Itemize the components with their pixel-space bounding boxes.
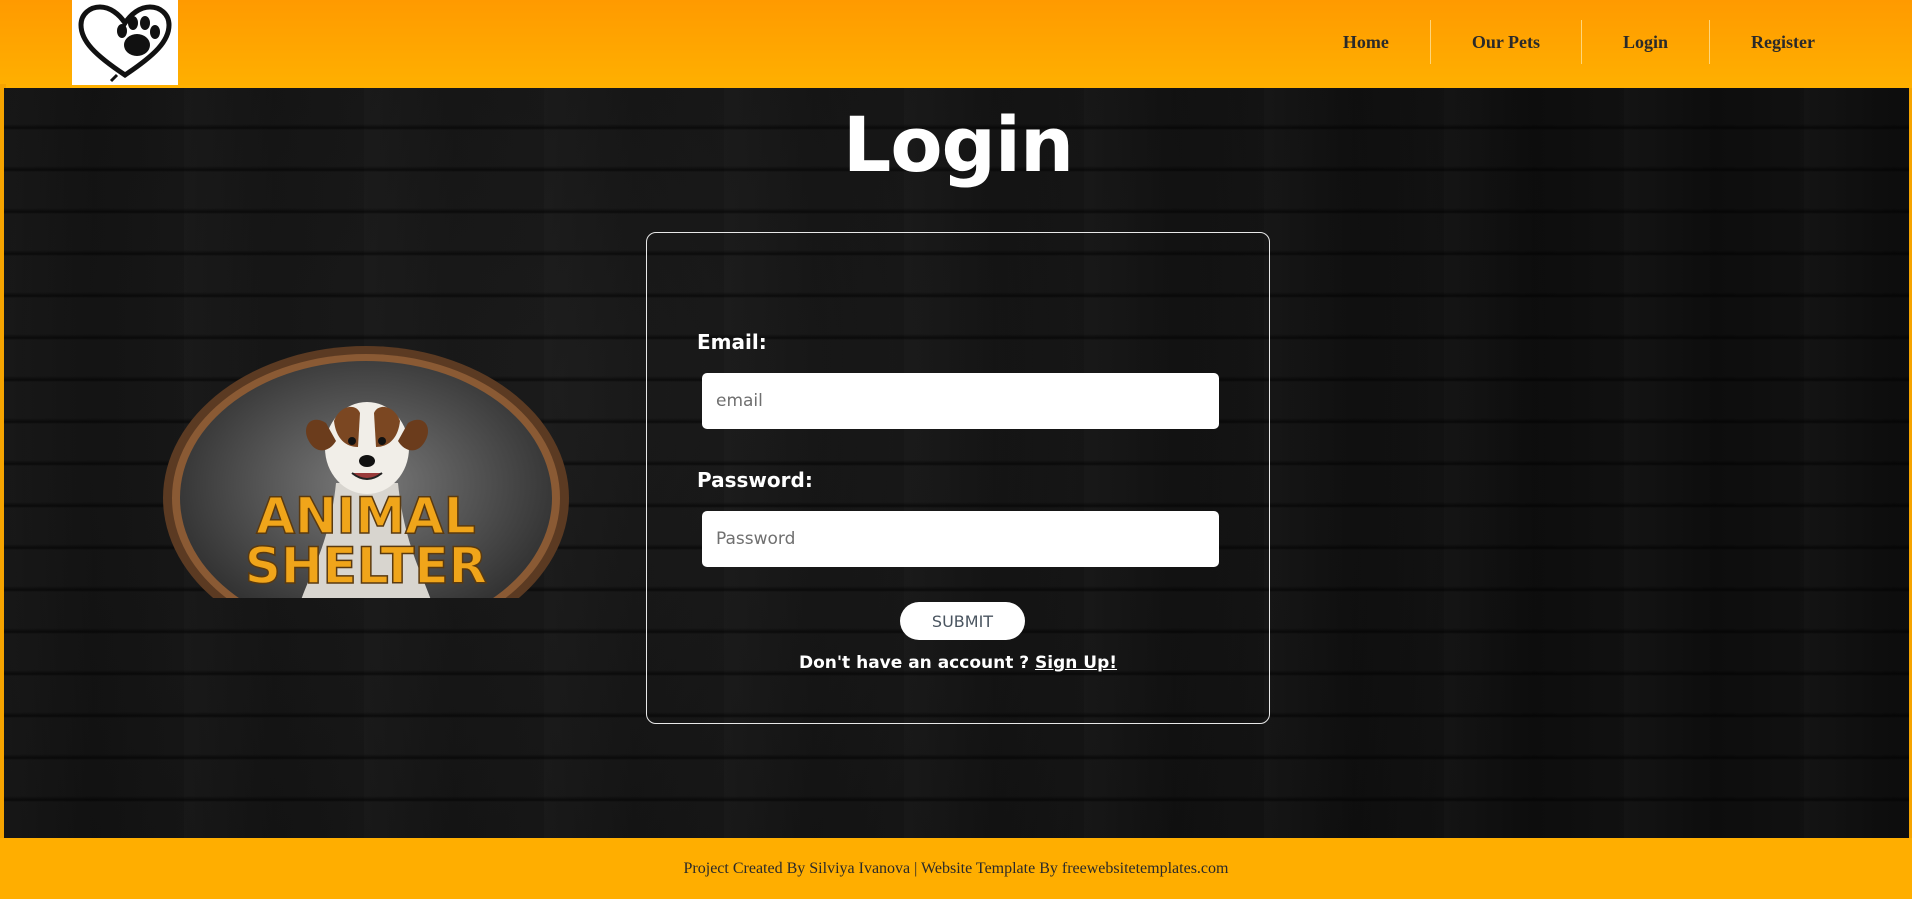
nav-home[interactable]: Home — [1302, 20, 1430, 64]
nav-login[interactable]: Login — [1581, 20, 1709, 64]
animal-shelter-badge: ANIMAL SHELTER — [160, 343, 572, 598]
signup-prompt-line: Don't have an account ? Sign Up! — [647, 653, 1269, 673]
password-label: Password: — [697, 468, 813, 492]
site-logo[interactable] — [72, 0, 178, 85]
nav-our-pets[interactable]: Our Pets — [1429, 20, 1581, 64]
nav-register[interactable]: Register — [1709, 20, 1856, 64]
email-input[interactable] — [702, 373, 1219, 429]
login-form: Email: Password: SUBMIT Don't have an ac… — [646, 232, 1270, 724]
password-input[interactable] — [702, 511, 1219, 567]
page: Home Our Pets Login Register Login ANIMA… — [0, 0, 1912, 899]
main-nav: Home Our Pets Login Register — [1302, 20, 1856, 64]
footer-credits: Project Created By Silviya Ivanova | Web… — [683, 860, 1229, 877]
site-footer: Project Created By Silviya Ivanova | Web… — [0, 838, 1912, 899]
badge-line-2: SHELTER — [245, 537, 487, 595]
site-header: Home Our Pets Login Register — [0, 0, 1912, 88]
submit-button[interactable]: SUBMIT — [900, 602, 1025, 640]
main-content: Login ANIMAL SHELTER Email: email Passwo… — [4, 88, 1912, 838]
page-title: Login — [842, 100, 1074, 189]
signup-link[interactable]: Sign Up! — [1035, 653, 1117, 673]
heart-paw-icon — [78, 3, 172, 82]
email-label: Email: — [697, 330, 767, 354]
signup-prompt-text: Don't have an account ? — [798, 653, 1030, 673]
